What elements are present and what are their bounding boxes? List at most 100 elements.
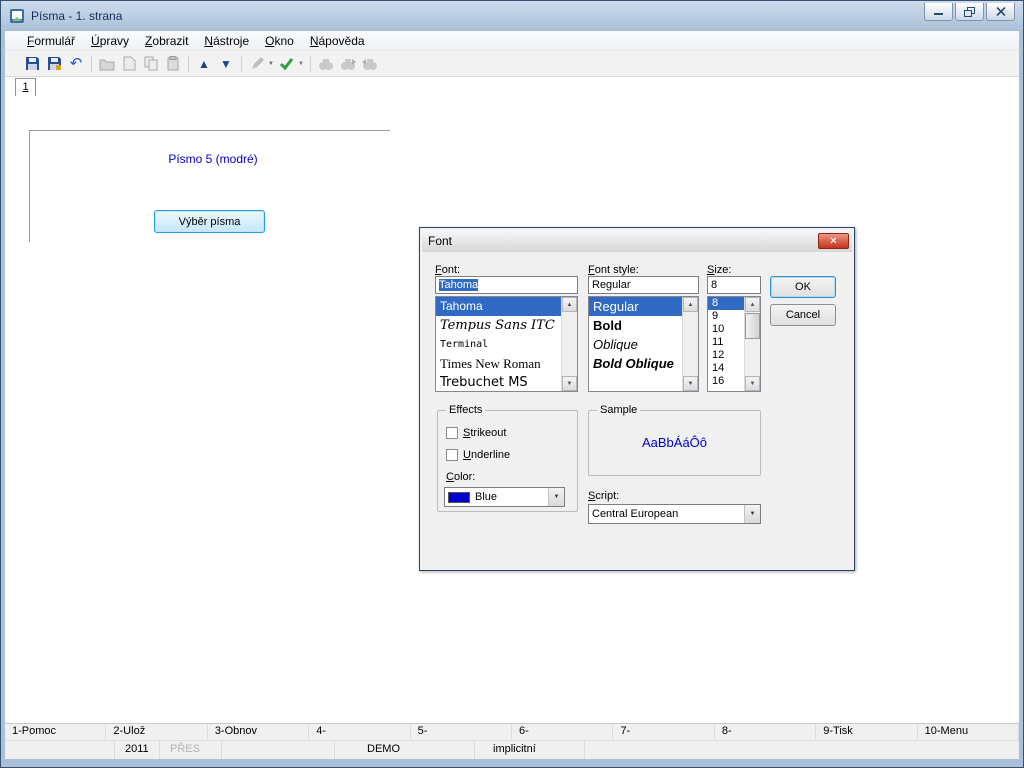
undo-icon[interactable]: ↶ bbox=[65, 54, 87, 74]
fkey-6[interactable]: 6- bbox=[512, 724, 613, 740]
status-field-empty bbox=[585, 741, 1019, 759]
menu-zobrazit[interactable]: Zobrazit bbox=[137, 32, 196, 50]
status-field-demo: DEMO bbox=[335, 741, 475, 759]
scroll-down-icon[interactable]: ▼ bbox=[683, 376, 698, 391]
toolbar-separator bbox=[241, 56, 242, 72]
fkey-9[interactable]: 9-Tisk bbox=[816, 724, 917, 740]
find-next-icon[interactable] bbox=[337, 54, 359, 74]
app-icon bbox=[9, 8, 25, 24]
move-up-icon[interactable]: ▲ bbox=[193, 54, 215, 74]
window-controls bbox=[924, 1, 1015, 21]
app-window: Písma - 1. strana Formulář Úpravy Zobraz… bbox=[0, 0, 1024, 768]
restore-icon bbox=[964, 7, 975, 17]
approve-dropdown-icon[interactable]: ▼ bbox=[298, 61, 304, 67]
menu-formular[interactable]: Formulář bbox=[19, 32, 83, 50]
window-title: Písma - 1. strana bbox=[31, 9, 122, 23]
style-list-scrollbar[interactable]: ▲ ▼ bbox=[682, 297, 698, 391]
toolbar-separator bbox=[310, 56, 311, 72]
toolbar: ↶ ▲ ▼ ▼ ▼ bbox=[5, 51, 1019, 77]
menu-upravy[interactable]: Úpravy bbox=[83, 32, 137, 50]
close-button[interactable] bbox=[986, 3, 1015, 21]
menubar: Formulář Úpravy Zobrazit Nástroje Okno N… bbox=[5, 31, 1019, 51]
move-down-icon[interactable]: ▼ bbox=[215, 54, 237, 74]
effects-group: Effects Strikeout Underline Color: Blue … bbox=[437, 410, 578, 512]
size-list[interactable]: 8 9 10 11 12 14 16 ▲ ▼ bbox=[707, 296, 761, 392]
toolbar-separator bbox=[91, 56, 92, 72]
fkey-bar: 1-Pomoc 2-Ulož 3-Obnov 4- 5- 6- 7- 8- 9-… bbox=[5, 723, 1019, 740]
minimize-button[interactable] bbox=[924, 3, 953, 21]
titlebar: Písma - 1. strana bbox=[1, 1, 1023, 31]
font-list[interactable]: Tahoma Tempus Sans ITC Terminal Times Ne… bbox=[435, 296, 578, 392]
font-style-label: Font style: bbox=[588, 264, 639, 276]
fkey-5[interactable]: 5- bbox=[411, 724, 512, 740]
fkey-1[interactable]: 1-Pomoc bbox=[5, 724, 106, 740]
fkey-8[interactable]: 8- bbox=[715, 724, 816, 740]
font-list-item[interactable]: Tempus Sans ITC bbox=[436, 316, 577, 335]
scroll-down-icon[interactable]: ▼ bbox=[745, 376, 760, 391]
fkey-7[interactable]: 7- bbox=[613, 724, 714, 740]
scroll-down-icon[interactable]: ▼ bbox=[562, 376, 577, 391]
tab-page-1[interactable]: 1 bbox=[15, 78, 36, 96]
client-area: Formulář Úpravy Zobrazit Nástroje Okno N… bbox=[5, 31, 1019, 759]
edit-dropdown-icon[interactable]: ▼ bbox=[268, 61, 274, 67]
approve-icon[interactable] bbox=[276, 54, 298, 74]
open-icon[interactable] bbox=[96, 54, 118, 74]
underline-checkbox[interactable] bbox=[446, 449, 458, 461]
status-field-empty bbox=[5, 741, 115, 759]
copy-icon[interactable] bbox=[140, 54, 162, 74]
close-icon bbox=[996, 7, 1006, 16]
find-icon[interactable] bbox=[315, 54, 337, 74]
status-field-year: 2011 bbox=[115, 741, 160, 759]
menu-napoveda[interactable]: Nápověda bbox=[302, 32, 373, 50]
font-name-input[interactable]: Tahoma bbox=[435, 276, 578, 294]
status-field-profile: implicitní bbox=[475, 741, 585, 759]
fkey-4[interactable]: 4- bbox=[309, 724, 410, 740]
size-list-scrollbar[interactable]: ▲ ▼ bbox=[744, 297, 760, 391]
fkey-3[interactable]: 3-Obnov bbox=[208, 724, 309, 740]
new-page-icon[interactable] bbox=[118, 54, 140, 74]
ok-button[interactable]: OK bbox=[770, 276, 836, 298]
font-list-scrollbar[interactable]: ▲ ▼ bbox=[561, 297, 577, 391]
script-combobox[interactable]: Central European ▼ bbox=[588, 504, 761, 524]
find-previous-icon[interactable] bbox=[359, 54, 381, 74]
edit-icon[interactable] bbox=[246, 54, 268, 74]
font-list-item[interactable]: Trebuchet MS bbox=[436, 373, 577, 392]
menu-nastroje[interactable]: Nástroje bbox=[196, 32, 257, 50]
fkey-2[interactable]: 2-Ulož bbox=[106, 724, 207, 740]
save-as-icon[interactable] bbox=[43, 54, 65, 74]
underline-label: Underline bbox=[463, 449, 510, 461]
status-field-overwrite-mode: PŘES bbox=[160, 741, 222, 759]
chevron-down-icon[interactable]: ▼ bbox=[744, 505, 760, 523]
form-canvas: Písmo 5 (modré) Výběr písma Font ✕ Font:… bbox=[5, 96, 1019, 723]
strikeout-checkbox[interactable] bbox=[446, 427, 458, 439]
font-style-list[interactable]: Regular Bold Oblique Bold Oblique ▲ ▼ bbox=[588, 296, 699, 392]
scrollbar-thumb[interactable] bbox=[745, 313, 760, 339]
scroll-up-icon[interactable]: ▲ bbox=[683, 297, 698, 312]
font-list-item[interactable]: Times New Roman bbox=[436, 354, 577, 373]
cancel-button[interactable]: Cancel bbox=[770, 304, 836, 326]
font-select-button[interactable]: Výběr písma bbox=[154, 210, 265, 233]
fkey-10[interactable]: 10-Menu bbox=[918, 724, 1019, 740]
save-icon[interactable] bbox=[21, 54, 43, 74]
restore-button[interactable] bbox=[955, 3, 984, 21]
color-combobox[interactable]: Blue ▼ bbox=[444, 487, 565, 507]
font-dialog-titlebar[interactable]: Font ✕ bbox=[422, 230, 852, 252]
paste-icon[interactable] bbox=[162, 54, 184, 74]
scroll-up-icon[interactable]: ▲ bbox=[745, 297, 760, 312]
chevron-down-icon[interactable]: ▼ bbox=[548, 488, 564, 506]
menu-okno[interactable]: Okno bbox=[257, 32, 302, 50]
font-style-value: Regular bbox=[592, 279, 631, 291]
font-list-item[interactable]: Tahoma bbox=[436, 297, 577, 316]
size-input[interactable]: 8 bbox=[707, 276, 761, 294]
font-style-input[interactable]: Regular bbox=[588, 276, 699, 294]
sample-group: Sample AaBbÁáÔô bbox=[588, 410, 761, 476]
sample-group-label: Sample bbox=[597, 404, 640, 416]
color-swatch bbox=[448, 492, 470, 503]
dialog-close-button[interactable]: ✕ bbox=[818, 233, 849, 249]
size-label: Size: bbox=[707, 264, 731, 276]
font-list-item[interactable]: Terminal bbox=[436, 335, 577, 354]
script-value: Central European bbox=[592, 508, 678, 520]
toolbar-separator bbox=[188, 56, 189, 72]
scroll-up-icon[interactable]: ▲ bbox=[562, 297, 577, 312]
strikeout-label: Strikeout bbox=[463, 427, 506, 439]
